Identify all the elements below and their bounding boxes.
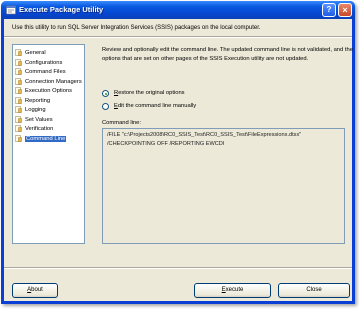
page-icon bbox=[15, 106, 22, 113]
nav-item-execution-options[interactable]: Execution Options bbox=[15, 87, 83, 95]
nav-item-general[interactable]: General bbox=[15, 49, 83, 57]
app-icon bbox=[6, 5, 16, 15]
close-icon: × bbox=[342, 5, 348, 15]
nav-item-reporting[interactable]: Reporting bbox=[15, 96, 83, 105]
page-icon bbox=[15, 77, 22, 85]
nav-item-label: Command Line bbox=[25, 135, 67, 142]
dialog-body: Use this utility to run SQL Server Integ… bbox=[4, 19, 353, 301]
command-line-textbox[interactable]: /FILE "c:\Projects2008\RC0_SSIS_Test\RC0… bbox=[102, 128, 345, 244]
nav-item-label: General bbox=[25, 50, 46, 57]
nav-item-connection-managers[interactable]: Connection Managers bbox=[15, 77, 83, 86]
nav-item-label: Set Values bbox=[25, 116, 53, 123]
nav-item-set-values[interactable]: Set Values bbox=[15, 115, 83, 124]
page-icon bbox=[15, 87, 22, 94]
nav-item-configurations[interactable]: Configurations bbox=[15, 58, 83, 67]
command-line-text-1: /FILE "c:\Projects2008\RC0_SSIS_Test\RC0… bbox=[107, 132, 302, 138]
dialog-window: Execute Package Utility ? × Use this uti… bbox=[1, 1, 355, 304]
page-list: General Configurations Command Files Connec… bbox=[12, 44, 85, 244]
footer-divider bbox=[4, 267, 352, 269]
nav-item-label: Command Files bbox=[25, 69, 66, 76]
nav-item-logging[interactable]: Logging bbox=[15, 106, 83, 114]
page-icon bbox=[15, 58, 22, 66]
nav-item-command-line[interactable]: Command Line bbox=[15, 134, 83, 143]
help-icon: ? bbox=[326, 5, 332, 14]
nav-item-label: Verification bbox=[25, 126, 54, 133]
info-text-line1: Review and optionally edit the command l… bbox=[102, 47, 353, 53]
command-line-text-2: /CHECKPOINTING OFF /REPORTING EWCDI bbox=[107, 141, 225, 147]
page-icon bbox=[15, 134, 22, 142]
nav-item-label: Execution Options bbox=[25, 88, 73, 95]
nav-item-label: Configurations bbox=[25, 59, 63, 66]
about-button[interactable]: About bbox=[12, 283, 58, 298]
header-divider bbox=[4, 36, 352, 38]
command-line-label: Command line: bbox=[102, 120, 141, 126]
execute-button[interactable]: Execute bbox=[194, 283, 271, 298]
window-title: Execute Package Utility bbox=[19, 5, 104, 14]
nav-item-label: Logging bbox=[25, 107, 46, 114]
page-icon bbox=[15, 96, 22, 104]
nav-item-label: Connection Managers bbox=[25, 78, 82, 85]
close-window-button[interactable]: × bbox=[338, 3, 352, 17]
restore-options-radio[interactable] bbox=[102, 90, 109, 97]
info-text-line2: options that are set on other pages of t… bbox=[102, 56, 309, 62]
page-icon bbox=[15, 68, 22, 75]
description-text: Use this utility to run SQL Server Integ… bbox=[12, 25, 261, 31]
nav-item-label: Reporting bbox=[25, 97, 51, 104]
page-icon bbox=[15, 125, 22, 132]
page-icon bbox=[15, 49, 22, 56]
help-button[interactable]: ? bbox=[322, 3, 336, 17]
restore-options-label[interactable]: Restore the original options bbox=[114, 90, 185, 96]
page-icon bbox=[15, 115, 22, 123]
nav-item-command-files[interactable]: Command Files bbox=[15, 68, 83, 76]
title-bar[interactable]: Execute Package Utility ? × bbox=[1, 1, 355, 19]
close-button[interactable]: Close bbox=[278, 283, 350, 298]
edit-manually-label[interactable]: Edit the command line manually bbox=[114, 103, 196, 109]
edit-manually-radio[interactable] bbox=[102, 103, 109, 110]
nav-item-verification[interactable]: Verification bbox=[15, 125, 83, 133]
